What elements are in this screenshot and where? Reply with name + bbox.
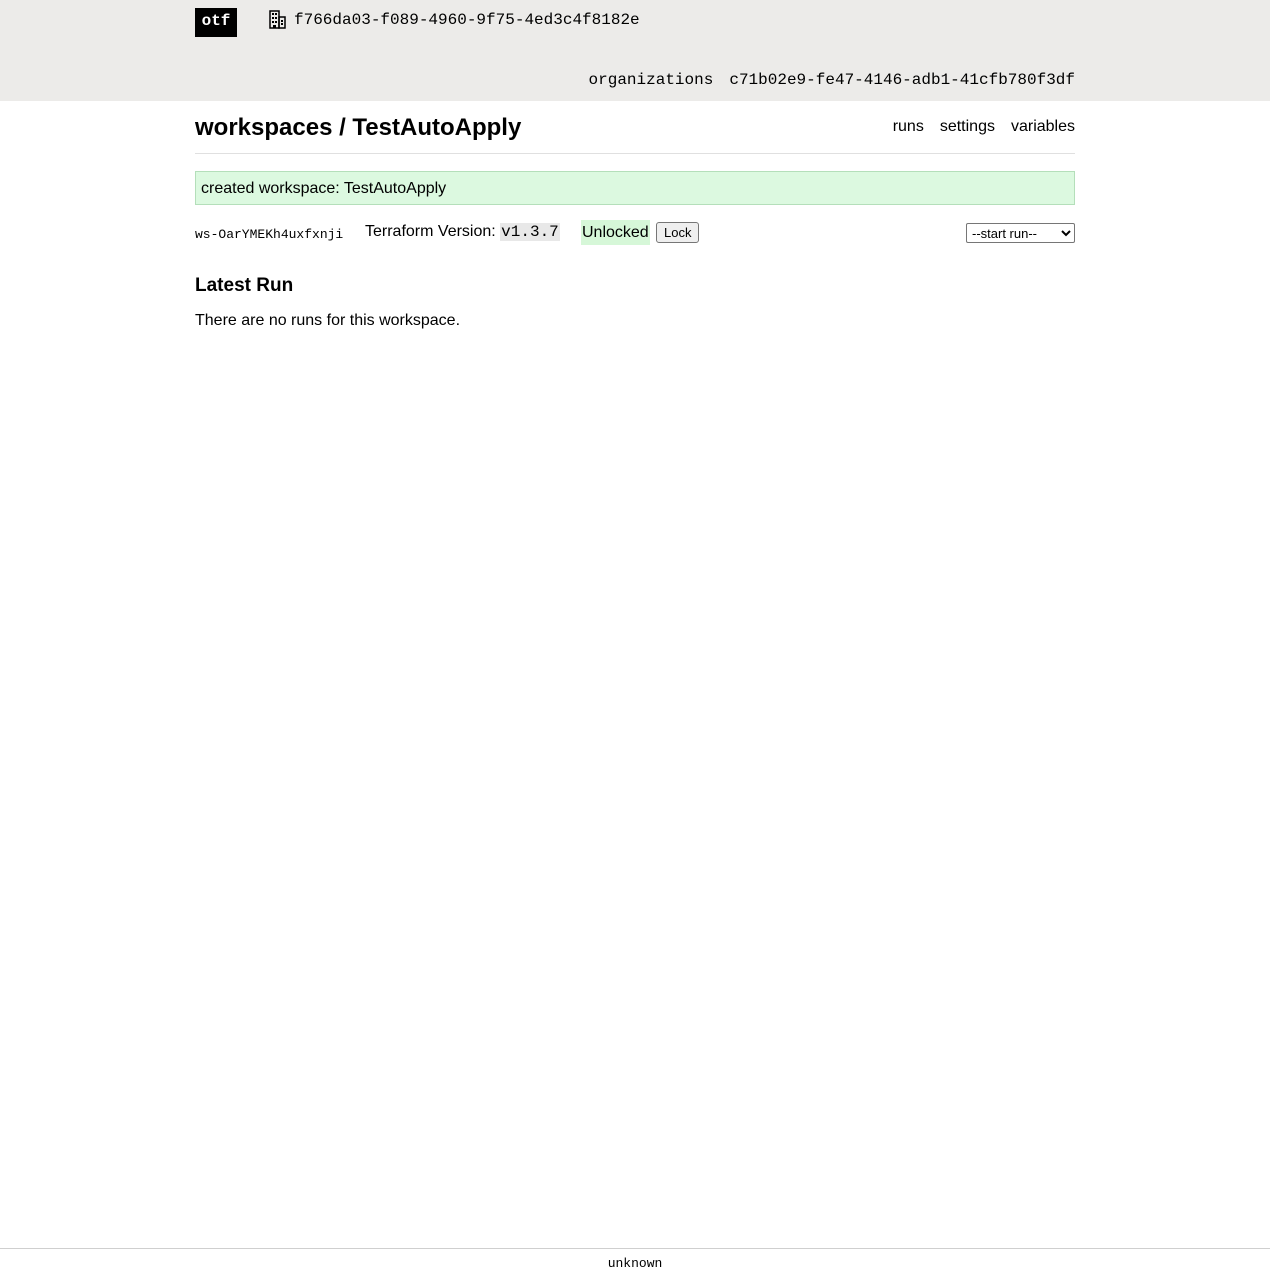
page-title: workspaces / TestAutoApply — [195, 114, 522, 141]
latest-run-heading: Latest Run — [195, 275, 294, 296]
terraform-version: Terraform Version: v1.3.7 — [365, 223, 560, 241]
footer-version: unknown — [607, 1256, 663, 1271]
workspace-id: ws-OarYMEKh4uxfxnji — [195, 227, 344, 242]
start-run-select[interactable]: --start run-- — [966, 223, 1075, 243]
footer: unknown — [0, 1248, 1270, 1282]
top-header: otf f766da03-f089-4960-9f75-4ed3c4f8182e… — [0, 0, 1270, 101]
terraform-version-label: Terraform Version: — [365, 223, 496, 240]
tab-runs[interactable]: runs — [893, 118, 924, 136]
lock-button[interactable]: Lock — [656, 222, 700, 243]
nav-organizations-link[interactable]: organizations — [589, 71, 714, 89]
tab-settings[interactable]: settings — [940, 118, 995, 136]
no-runs-message: There are no runs for this workspace. — [195, 312, 461, 329]
otf-logo[interactable]: otf — [195, 8, 237, 37]
top-navigation: organizations c71b02e9-fe47-4146-adb1-41… — [589, 71, 1075, 89]
building-icon — [269, 10, 286, 29]
current-organization-id: f766da03-f089-4960-9f75-4ed3c4f8182e — [294, 10, 640, 29]
main-content: workspaces / TestAutoApply runs settings… — [195, 101, 1075, 329]
lock-status-badge: Unlocked — [581, 220, 650, 245]
page-header: workspaces / TestAutoApply runs settings… — [195, 101, 1075, 154]
tab-variables[interactable]: variables — [1011, 118, 1075, 136]
workspace-info-row: ws-OarYMEKh4uxfxnji Terraform Version: v… — [195, 220, 1075, 246]
terraform-version-value: v1.3.7 — [500, 223, 560, 241]
current-organization-link[interactable]: f766da03-f089-4960-9f75-4ed3c4f8182e — [269, 10, 640, 29]
workspace-subnav: runs settings variables — [893, 118, 1075, 136]
nav-organization-link[interactable]: c71b02e9-fe47-4146-adb1-41cfb780f3df — [729, 71, 1075, 89]
flash-success-message: created workspace: TestAutoApply — [195, 171, 1075, 205]
